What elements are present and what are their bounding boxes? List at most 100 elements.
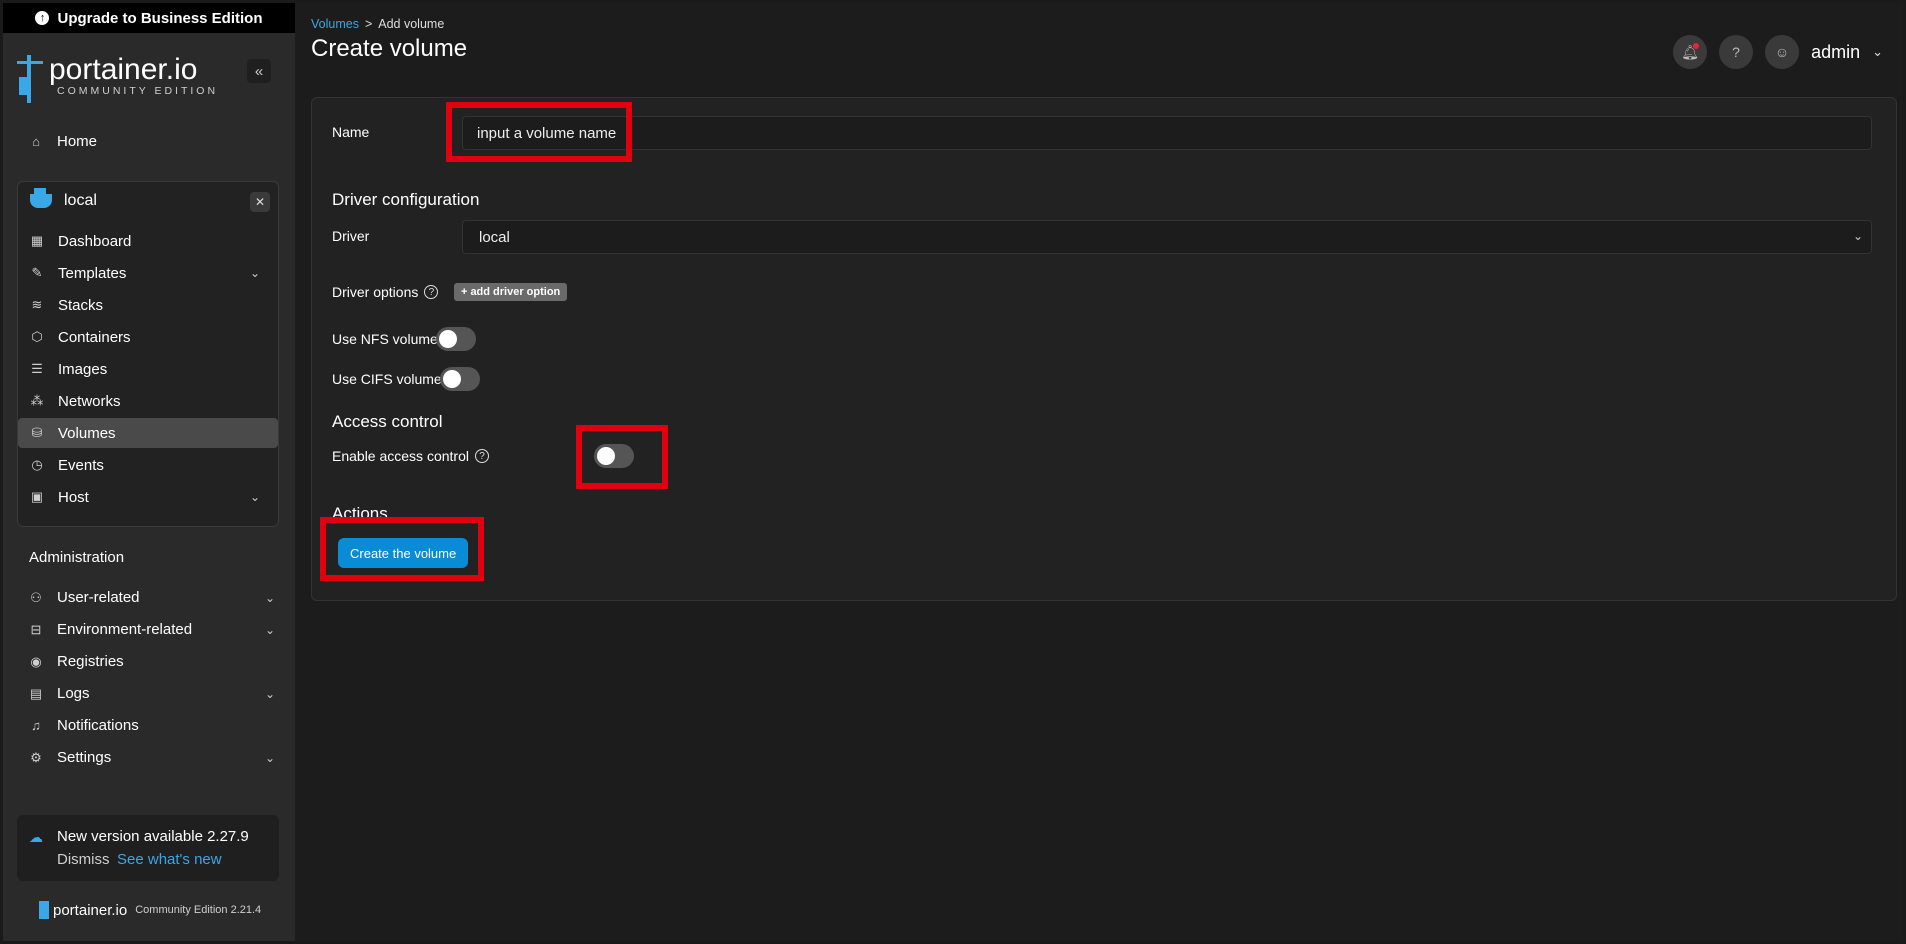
see-whats-new-link[interactable]: See what's new	[117, 851, 222, 868]
sidebar-item-label: Volumes	[58, 424, 116, 442]
sidebar-item-label: Templates	[58, 264, 127, 282]
notifications-button[interactable]: 🔔︎	[1673, 35, 1708, 69]
sidebar-item-label: Events	[58, 456, 104, 474]
chevron-down-icon: ⌄	[264, 622, 275, 637]
breadcrumb-current: Add volume	[378, 17, 445, 31]
sidebar-item-label: Host	[58, 488, 89, 506]
crane-logo-icon	[39, 901, 49, 919]
actions-title: Actions	[332, 504, 388, 523]
driver-select-value: local	[479, 228, 510, 246]
sidebar-item-dashboard[interactable]: ▦ Dashboard	[18, 226, 278, 256]
gear-icon: ⚙	[30, 749, 42, 765]
sidebar-item-label: Logs	[57, 685, 90, 702]
environment-header[interactable]: local	[30, 188, 97, 210]
logo-edition: COMMUNITY EDITION	[57, 85, 219, 97]
footer-brand: portainer.io	[53, 901, 128, 919]
collapse-sidebar-button[interactable]: «	[247, 59, 271, 83]
sidebar-item-logs[interactable]: ▤ Logs ⌄	[29, 685, 279, 702]
create-volume-button[interactable]: Create the volume	[338, 538, 469, 568]
sidebar-item-images[interactable]: ☰ Images	[18, 354, 278, 384]
volume-name-input[interactable]: input a volume name	[462, 116, 1872, 150]
nfs-toggle[interactable]	[436, 327, 476, 351]
sidebar-item-label: Registries	[57, 653, 124, 670]
administration-title: Administration	[29, 549, 125, 566]
driver-options-label: Driver options ?	[332, 284, 439, 300]
cifs-label: Use CIFS volume	[332, 371, 442, 387]
radio-icon: ◉	[30, 653, 42, 669]
access-control-toggle[interactable]	[594, 444, 634, 468]
sidebar-item-label: User-related	[57, 589, 140, 606]
home-icon: ⌂	[32, 134, 40, 149]
sidebar: ↑ Upgrade to Business Edition portainer.…	[3, 3, 295, 941]
database-icon: ⛁	[31, 425, 43, 440]
sidebar-item-label: Home	[57, 133, 98, 150]
update-notice: ☁ New version available 2.27.9 Dismiss S…	[17, 815, 279, 881]
update-message: New version available 2.27.9	[57, 828, 249, 845]
breadcrumb: Volumes > Add volume	[311, 17, 444, 31]
plus-icon: +	[461, 286, 468, 298]
chevron-down-icon: ⌄	[264, 750, 275, 765]
help-button[interactable]: ?	[1719, 35, 1754, 69]
driver-options-text: Driver options	[332, 284, 419, 300]
sidebar-item-containers[interactable]: ⬡ Containers	[18, 322, 278, 352]
user-avatar[interactable]: ☺	[1765, 35, 1800, 69]
sidebar-item-networks[interactable]: ⁂ Networks	[18, 386, 278, 416]
nfs-label: Use NFS volume	[332, 331, 438, 347]
sidebar-item-label: Environment-related	[57, 621, 193, 638]
chevron-down-icon: ⌄	[264, 686, 275, 701]
dismiss-link[interactable]: Dismiss	[57, 851, 110, 868]
sidebar-item-home[interactable]: ⌂ Home	[29, 133, 97, 150]
driver-configuration-title: Driver configuration	[332, 190, 480, 209]
sidebar-item-volumes[interactable]: ⛁ Volumes	[18, 418, 278, 448]
hard-drive-icon: ⊟	[30, 621, 42, 637]
toggle-knob	[597, 447, 615, 465]
sidebar-item-stacks[interactable]: ≋ Stacks	[18, 290, 278, 320]
chevron-down-icon: ⌄	[1852, 229, 1863, 243]
environment-panel: local ✕ ▦ Dashboard ✎ Templates ⌄ ≋ Stac…	[17, 181, 279, 527]
logo-brand: portainer.io	[49, 53, 198, 86]
footer-version: Community Edition 2.21.4	[135, 904, 262, 916]
driver-label: Driver	[332, 228, 370, 244]
upgrade-banner[interactable]: ↑ Upgrade to Business Edition	[3, 3, 295, 33]
box-icon: ⬡	[31, 329, 43, 344]
sidebar-item-label: Notifications	[57, 717, 139, 734]
sidebar-item-label: Images	[58, 360, 108, 378]
edit-icon: ✎	[31, 265, 43, 280]
chevron-down-icon[interactable]: ⌄	[1872, 44, 1883, 60]
clock-icon: ◷	[31, 457, 43, 472]
close-environment-button[interactable]: ✕	[250, 192, 270, 212]
add-driver-option-button[interactable]: + add driver option	[454, 283, 568, 301]
file-text-icon: ▤	[29, 685, 43, 701]
chevron-down-icon: ⌄	[264, 590, 275, 605]
sidebar-item-settings[interactable]: ⚙ Settings ⌄	[29, 749, 279, 766]
sidebar-item-templates[interactable]: ✎ Templates ⌄	[18, 258, 278, 288]
users-icon: ⚇	[30, 589, 42, 605]
page-title: Create volume	[311, 35, 468, 62]
footer-logo: portainer.io Community Edition 2.21.4	[39, 901, 261, 919]
sidebar-item-events[interactable]: ◷ Events	[18, 450, 278, 480]
network-icon: ⁂	[30, 393, 44, 408]
name-label: Name	[332, 124, 370, 140]
breadcrumb-separator: >	[364, 17, 373, 31]
access-control-title: Access control	[332, 412, 443, 431]
help-circle-icon[interactable]: ?	[474, 449, 489, 463]
access-control-label: Enable access control ?	[332, 448, 489, 464]
docker-icon	[30, 188, 52, 208]
user-name[interactable]: admin	[1811, 42, 1860, 63]
sidebar-item-label: Networks	[58, 392, 121, 410]
driver-select[interactable]: local ⌄	[462, 220, 1872, 254]
cloud-download-icon: ☁	[29, 829, 43, 845]
help-circle-icon[interactable]: ?	[424, 285, 439, 299]
create-volume-form: Name input a volume name Driver configur…	[311, 97, 1897, 601]
add-driver-option-label: add driver option	[470, 286, 561, 298]
portainer-logo[interactable]: portainer.io COMMUNITY EDITION	[17, 55, 218, 103]
sidebar-item-environment-related[interactable]: ⊟ Environment-related ⌄	[29, 621, 279, 638]
cifs-toggle[interactable]	[440, 367, 480, 391]
upgrade-label: Upgrade to Business Edition	[57, 9, 263, 27]
breadcrumb-volumes-link[interactable]: Volumes	[311, 17, 359, 31]
sidebar-item-host[interactable]: ▣ Host ⌄	[18, 482, 278, 512]
sidebar-item-registries[interactable]: ◉ Registries	[29, 653, 124, 670]
sidebar-item-label: Containers	[58, 328, 131, 346]
sidebar-item-notifications[interactable]: ♫ Notifications	[29, 717, 139, 734]
sidebar-item-user-related[interactable]: ⚇ User-related ⌄	[29, 589, 279, 606]
